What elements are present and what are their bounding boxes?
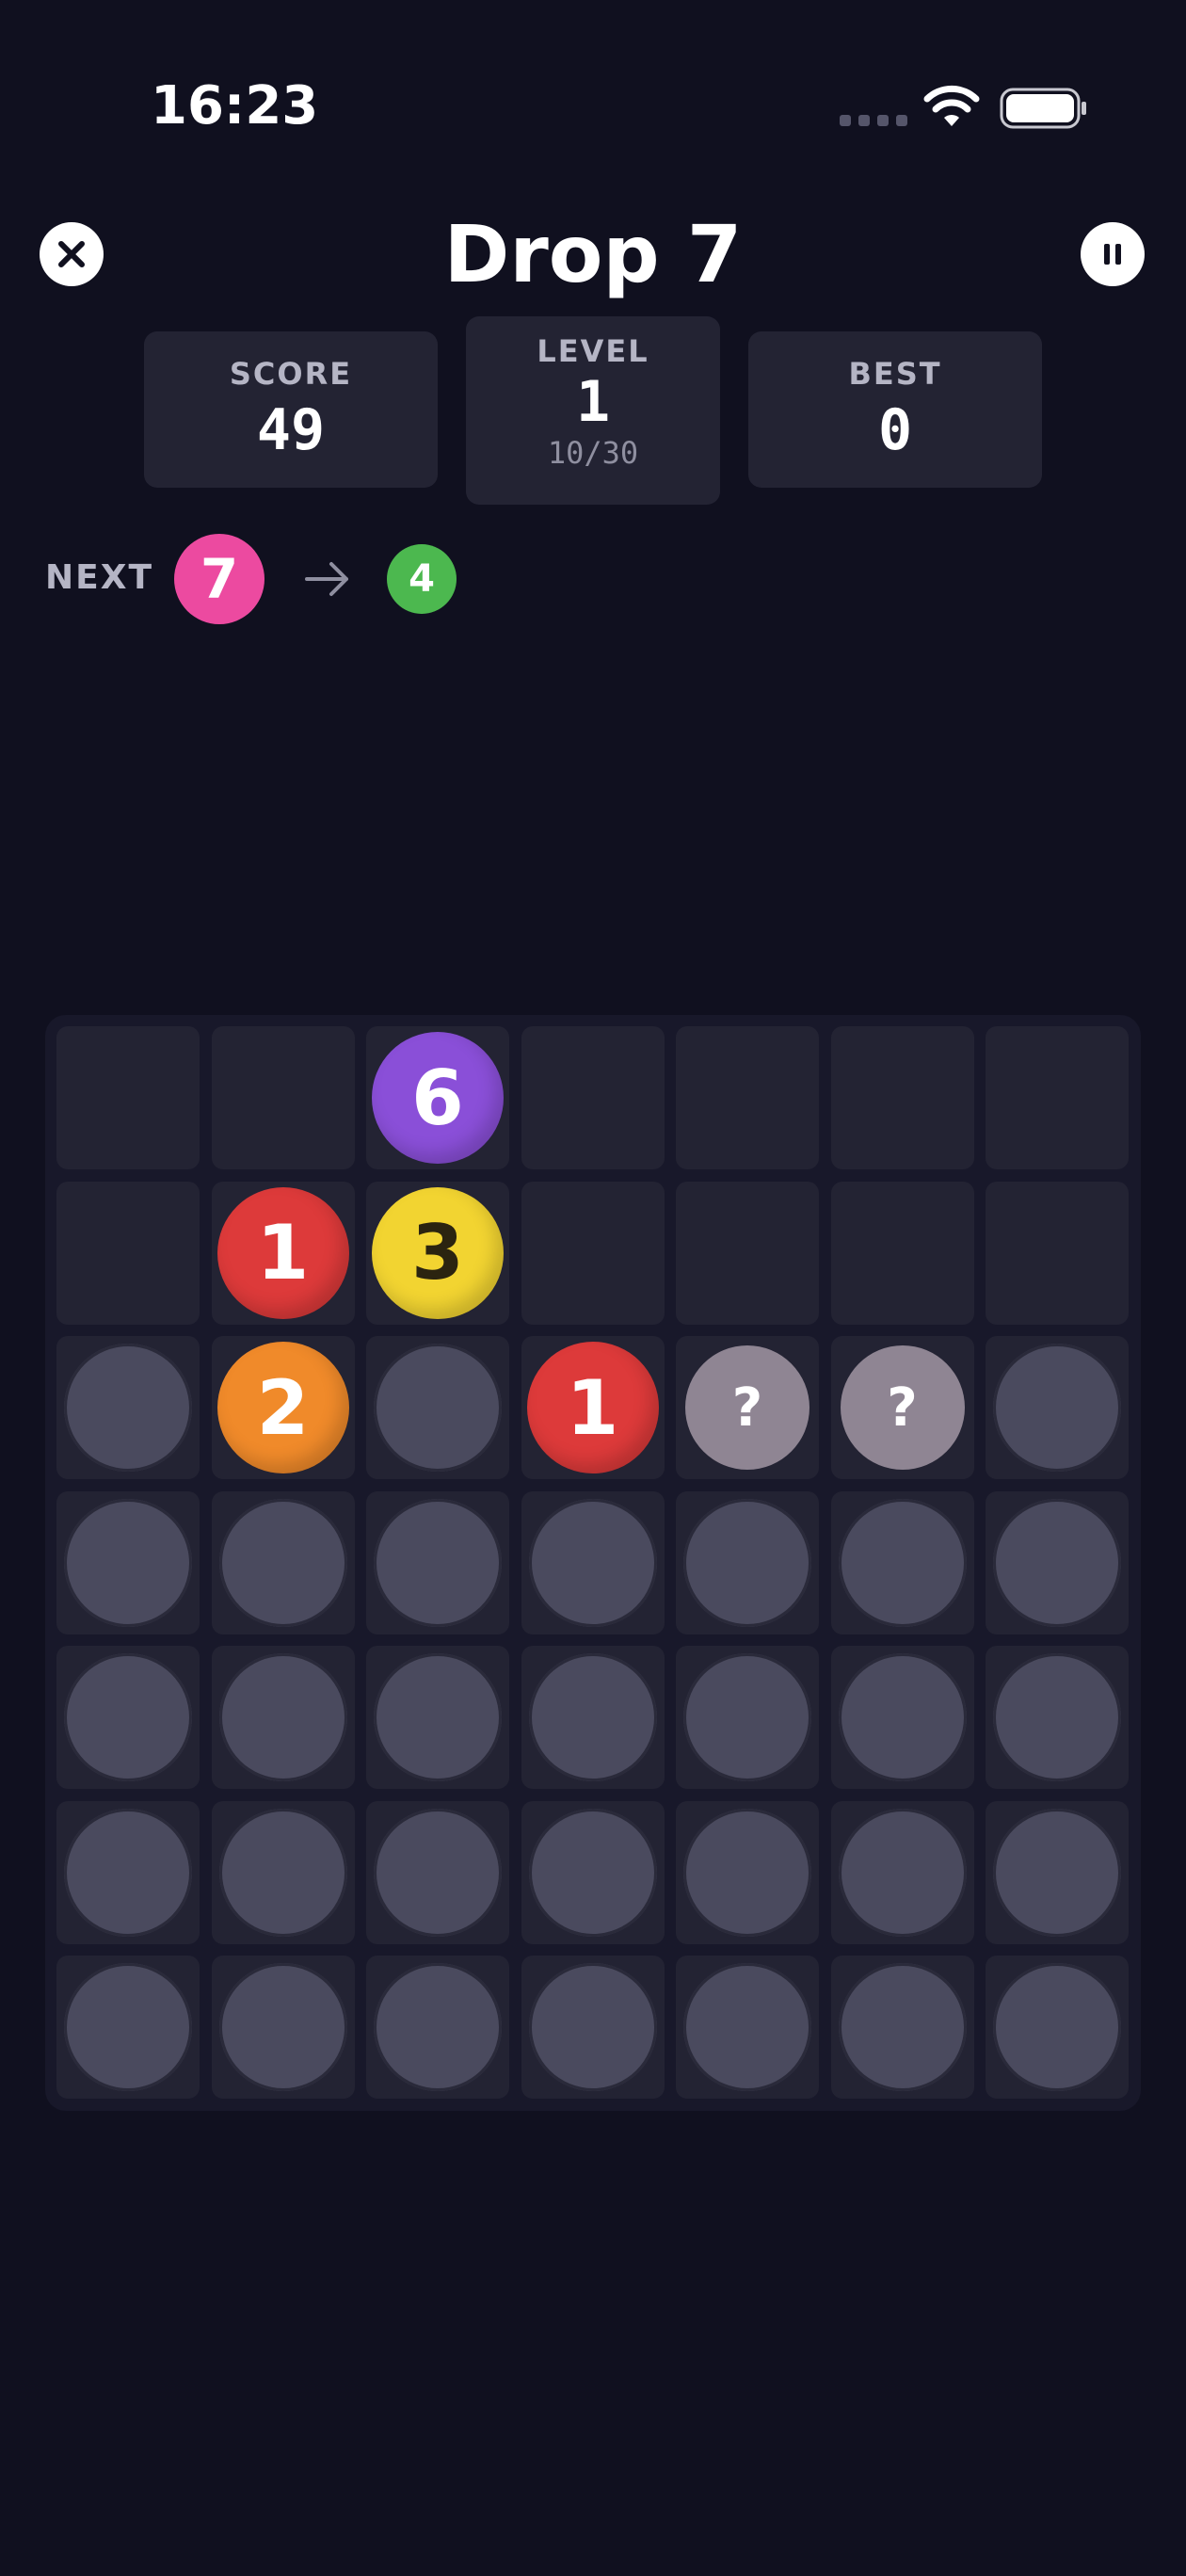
empty-slot — [64, 1344, 192, 1472]
number-ball: 1 — [526, 1342, 659, 1473]
level-value: 1 — [575, 369, 611, 435]
empty-slot — [528, 1963, 657, 2091]
score-value: 49 — [256, 397, 326, 463]
mystery-ball: ? — [685, 1345, 809, 1470]
empty-slot — [218, 1963, 347, 2091]
empty-slot — [64, 1963, 192, 2091]
mystery-ball: ? — [840, 1345, 965, 1470]
empty-slot — [374, 1808, 502, 1937]
best-label: BEST — [848, 356, 942, 392]
game-board[interactable]: 6 1 3 2 1?? — [45, 1015, 1141, 2111]
empty-slot — [218, 1498, 347, 1627]
empty-slot — [528, 1498, 657, 1627]
empty-slot — [528, 1653, 657, 1781]
next-preview: NEXT 7 4 — [45, 532, 610, 626]
board-cell[interactable] — [211, 1026, 355, 1169]
level-card: LEVEL 1 10/30 — [466, 316, 720, 505]
empty-slot — [838, 1653, 967, 1781]
battery-icon — [1000, 88, 1086, 129]
empty-slot — [374, 1344, 502, 1472]
empty-slot — [528, 1808, 657, 1937]
page-title: Drop 7 — [443, 208, 743, 300]
board-cell[interactable] — [986, 1181, 1129, 1325]
board-cell[interactable] — [56, 1181, 200, 1325]
number-ball: 3 — [372, 1186, 504, 1319]
empty-slot — [374, 1653, 502, 1781]
empty-slot — [64, 1808, 192, 1937]
number-ball: 2 — [216, 1342, 349, 1473]
board-cell[interactable] — [676, 1026, 819, 1169]
next-ball: 7 — [174, 534, 264, 624]
empty-slot — [64, 1498, 192, 1627]
empty-slot — [374, 1963, 502, 2091]
board-cell[interactable] — [676, 1181, 819, 1325]
best-value: 0 — [877, 397, 913, 463]
next-label: NEXT — [45, 558, 154, 597]
level-progress: 10/30 — [547, 435, 639, 471]
wifi-icon — [923, 85, 980, 126]
empty-slot — [683, 1963, 811, 2091]
pause-button[interactable] — [1081, 222, 1145, 286]
board-cell[interactable] — [56, 1026, 200, 1169]
empty-slot — [838, 1498, 967, 1627]
best-card: BEST 0 — [748, 331, 1042, 488]
empty-slot — [993, 1808, 1121, 1937]
status-time: 16:23 — [151, 75, 319, 137]
empty-slot — [683, 1498, 811, 1627]
board-cell[interactable] — [830, 1026, 974, 1169]
empty-slot — [218, 1808, 347, 1937]
empty-slot — [838, 1808, 967, 1937]
after-next-ball: 4 — [387, 544, 457, 614]
board-cell[interactable] — [521, 1181, 665, 1325]
board-cell[interactable] — [830, 1181, 974, 1325]
empty-slot — [683, 1653, 811, 1781]
board-cell[interactable] — [521, 1026, 665, 1169]
empty-slot — [683, 1808, 811, 1937]
empty-slot — [993, 1498, 1121, 1627]
signal-dots-icon — [840, 115, 907, 126]
status-bar: 16:23 — [0, 0, 1186, 188]
empty-slot — [64, 1653, 192, 1781]
empty-slot — [838, 1963, 967, 2091]
number-ball: 6 — [372, 1032, 504, 1164]
empty-slot — [993, 1963, 1121, 2091]
score-label: SCORE — [229, 356, 353, 392]
board-cell[interactable] — [986, 1026, 1129, 1169]
level-label: LEVEL — [537, 333, 649, 369]
empty-slot — [993, 1344, 1121, 1472]
score-card: SCORE 49 — [144, 331, 438, 488]
empty-slot — [218, 1653, 347, 1781]
pause-icon — [1104, 244, 1121, 265]
header: Drop 7 — [0, 207, 1186, 301]
empty-slot — [993, 1653, 1121, 1781]
number-ball: 1 — [216, 1186, 349, 1319]
empty-slot — [374, 1498, 502, 1627]
arrow-right-icon — [305, 562, 348, 596]
